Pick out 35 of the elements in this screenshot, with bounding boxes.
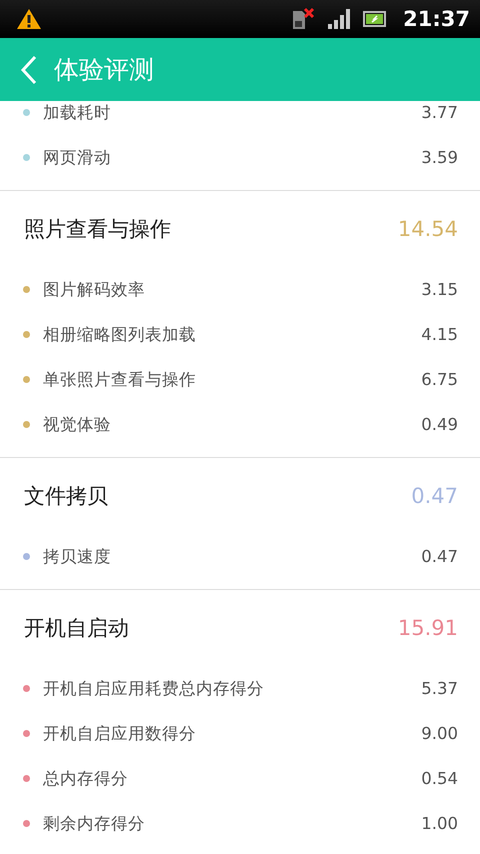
battery-icon (363, 11, 388, 27)
section-title: 照片查看与操作 (24, 216, 171, 243)
item-label: 总内存得分 (43, 768, 129, 790)
item-label: 拷贝速度 (43, 546, 112, 568)
back-button[interactable] (20, 54, 38, 84)
item-value: 0.54 (421, 769, 458, 788)
sim-card-error-icon (291, 7, 316, 31)
page-title: 体验评测 (54, 54, 154, 86)
item-value: 5.37 (421, 679, 458, 698)
status-time: 21:37 (403, 7, 470, 31)
item-label: 网页滑动 (43, 146, 112, 168)
item-label: 视觉体验 (43, 414, 112, 436)
item-label: 图片解码效率 (43, 278, 146, 300)
item-value: 3.59 (421, 148, 458, 167)
section-title: 开机自启动 (24, 615, 129, 642)
section-score: 14.54 (398, 217, 458, 241)
item-label: 开机自启应用数得分 (43, 722, 197, 744)
item-label: 开机自启应用耗费总内存得分 (43, 678, 265, 700)
item-value: 6.75 (421, 370, 458, 389)
item-value: 1.00 (421, 814, 458, 833)
item-label: 加载耗时 (43, 102, 112, 124)
item-value: 0.47 (421, 547, 458, 566)
item-value: 9.00 (421, 724, 458, 743)
section-score: 0.47 (411, 484, 458, 508)
item-label: 单张照片查看与操作 (43, 368, 197, 390)
item-value: 3.15 (421, 280, 458, 299)
signal-icon (327, 8, 352, 30)
section-score: 15.91 (398, 616, 458, 640)
item-value: 3.77 (421, 103, 458, 122)
warning-icon (16, 8, 42, 30)
item-value: 4.15 (421, 325, 458, 344)
item-value: 0.49 (421, 415, 458, 434)
item-label: 相册缩略图列表加载 (43, 324, 197, 346)
section-title: 文件拷贝 (24, 483, 108, 510)
item-label: 剩余内存得分 (43, 812, 146, 834)
